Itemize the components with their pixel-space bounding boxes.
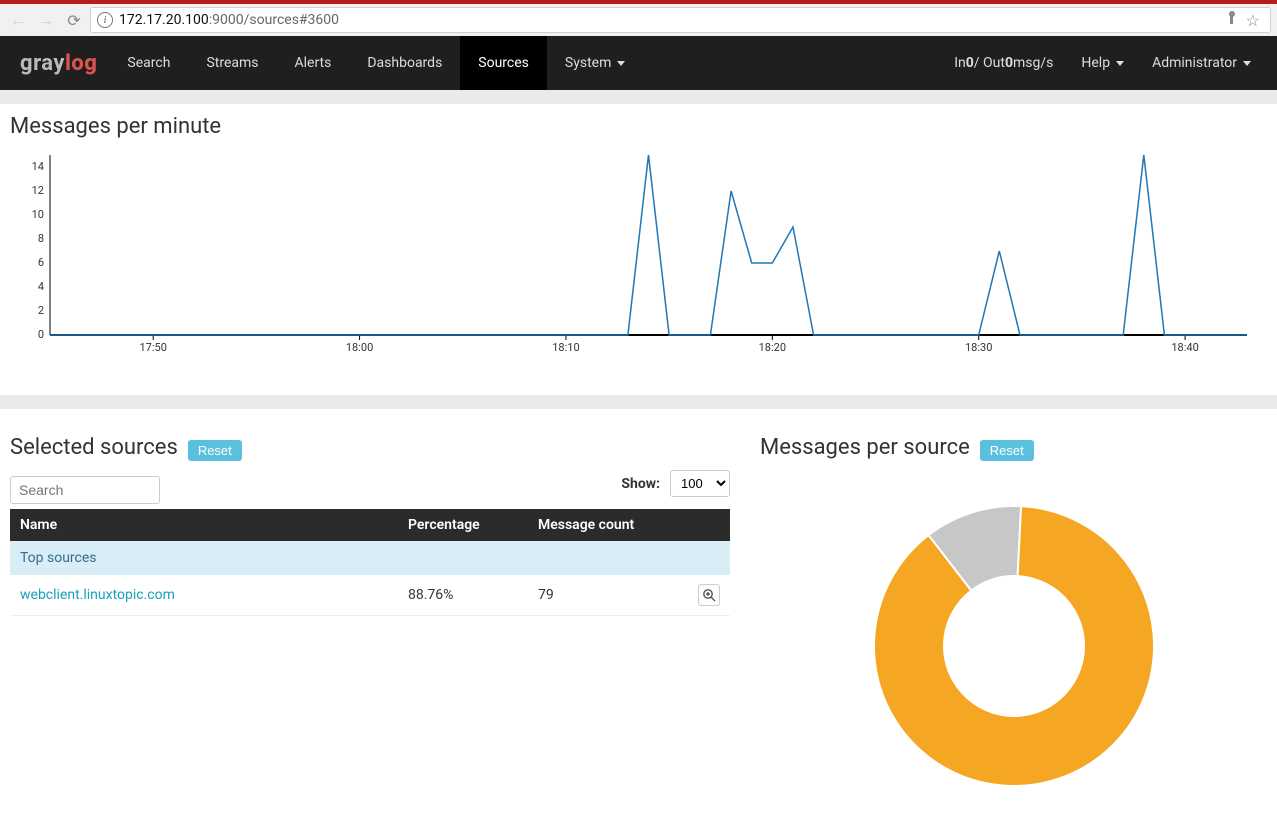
nav-alerts[interactable]: Alerts bbox=[277, 36, 350, 90]
nav-administrator[interactable]: Administrator bbox=[1138, 55, 1265, 71]
svg-text:14: 14 bbox=[32, 160, 44, 173]
messages-per-source-chart[interactable] bbox=[760, 496, 1267, 796]
zoom-in-icon bbox=[702, 588, 716, 602]
col-percentage[interactable]: Percentage bbox=[398, 509, 528, 541]
table-header: Name Percentage Message count bbox=[10, 509, 730, 541]
svg-text:18:00: 18:00 bbox=[346, 341, 373, 354]
url-bar[interactable]: i 172.17.20.100:9000/sources#3600 ☆ bbox=[90, 7, 1271, 33]
svg-text:12: 12 bbox=[32, 184, 44, 197]
col-message-count[interactable]: Message count bbox=[528, 509, 688, 541]
show-label: Show: bbox=[621, 476, 660, 492]
bookmark-icon[interactable]: ☆ bbox=[1246, 11, 1260, 30]
search-input[interactable] bbox=[10, 476, 160, 504]
nav-right: In 0 / Out 0 msg/s Help Administrator bbox=[940, 36, 1265, 90]
browser-chrome: ← → ⟳ i 172.17.20.100:9000/sources#3600 … bbox=[0, 0, 1277, 36]
chart-title: Messages per minute bbox=[10, 114, 1267, 139]
source-link[interactable]: webclient.linuxtopic.com bbox=[20, 587, 175, 603]
selected-sources-title: Selected sources bbox=[10, 435, 178, 460]
logo[interactable]: graylog bbox=[20, 36, 97, 90]
url-text: 172.17.20.100:9000/sources#3600 bbox=[119, 12, 339, 28]
nav-streams[interactable]: Streams bbox=[188, 36, 276, 90]
svg-text:18:20: 18:20 bbox=[759, 341, 786, 354]
svg-text:6: 6 bbox=[38, 256, 44, 269]
cell-percentage: 88.76% bbox=[398, 575, 528, 616]
group-top-sources[interactable]: Top sources bbox=[10, 541, 730, 575]
forward-button[interactable]: → bbox=[34, 8, 58, 32]
nav-sources[interactable]: Sources bbox=[460, 36, 547, 90]
svg-text:18:10: 18:10 bbox=[552, 341, 579, 354]
site-info-icon[interactable]: i bbox=[97, 12, 113, 28]
svg-text:18:40: 18:40 bbox=[1171, 341, 1198, 354]
cell-count: 79 bbox=[528, 575, 688, 616]
gutter bbox=[0, 395, 1277, 409]
svg-text:8: 8 bbox=[38, 232, 44, 245]
reset-per-source-button[interactable]: Reset bbox=[980, 440, 1034, 461]
zoom-in-button[interactable] bbox=[698, 584, 720, 606]
col-name[interactable]: Name bbox=[10, 509, 398, 541]
back-button[interactable]: ← bbox=[6, 8, 30, 32]
io-status: In 0 / Out 0 msg/s bbox=[940, 55, 1067, 71]
nav-search[interactable]: Search bbox=[109, 36, 188, 90]
messages-per-source-title: Messages per source bbox=[760, 435, 970, 460]
svg-text:4: 4 bbox=[38, 280, 44, 293]
nav-items: Search Streams Alerts Dashboards Sources… bbox=[109, 36, 643, 90]
gutter bbox=[0, 90, 1277, 104]
svg-text:10: 10 bbox=[32, 208, 44, 221]
svg-text:18:30: 18:30 bbox=[965, 341, 992, 354]
saved-password-icon[interactable] bbox=[1226, 11, 1238, 25]
main-navbar: graylog Search Streams Alerts Dashboards… bbox=[0, 36, 1277, 90]
sources-table: Name Percentage Message count Top source… bbox=[10, 509, 730, 616]
chevron-down-icon bbox=[617, 61, 625, 66]
svg-text:0: 0 bbox=[38, 328, 44, 341]
svg-text:2: 2 bbox=[38, 304, 44, 317]
svg-text:17:50: 17:50 bbox=[139, 341, 166, 354]
show-count-select[interactable]: 100 bbox=[670, 470, 730, 497]
reset-selected-button[interactable]: Reset bbox=[188, 440, 242, 461]
chevron-down-icon bbox=[1243, 61, 1251, 66]
reload-button[interactable]: ⟳ bbox=[62, 8, 86, 32]
messages-per-minute-chart[interactable]: 0 2 4 6 8 10 12 14 17:50 18:00 18:10 18:20 18:30 18:4… bbox=[10, 145, 1267, 365]
nav-system[interactable]: System bbox=[547, 36, 643, 90]
chevron-down-icon bbox=[1116, 61, 1124, 66]
nav-dashboards[interactable]: Dashboards bbox=[349, 36, 460, 90]
table-row: webclient.linuxtopic.com 88.76% 79 bbox=[10, 575, 730, 616]
nav-help[interactable]: Help bbox=[1067, 55, 1138, 71]
